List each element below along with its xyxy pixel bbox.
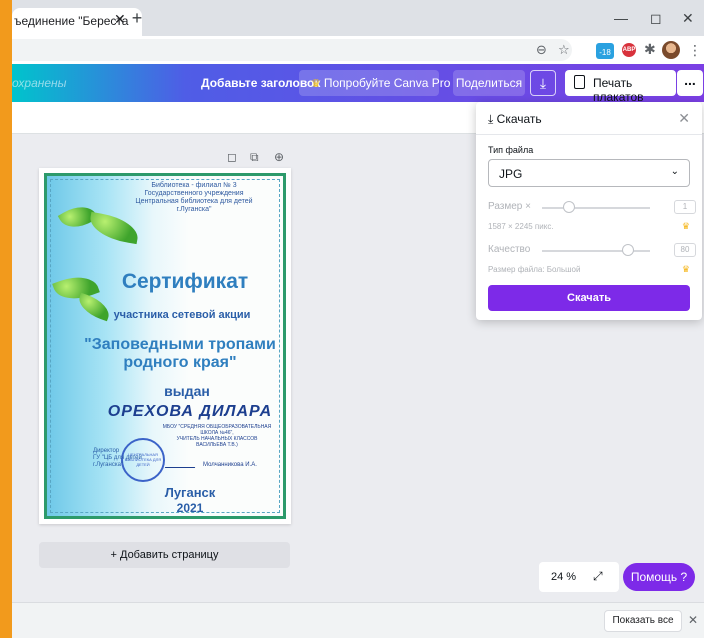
extensions-puzzle-icon[interactable]: ✱ bbox=[644, 41, 656, 58]
certificate-signer: Молчанникова И.А. bbox=[203, 462, 257, 468]
extension-badge-icon[interactable]: -18 bbox=[596, 43, 614, 59]
poster-icon bbox=[574, 75, 585, 89]
more-options-button[interactable]: ... bbox=[677, 70, 703, 96]
download-button[interactable]: Скачать bbox=[488, 285, 690, 311]
crown-icon: ♛ bbox=[311, 78, 321, 90]
show-all-button[interactable]: Показать все bbox=[604, 610, 682, 632]
crown-icon: ♛ bbox=[681, 264, 690, 274]
design-page[interactable]: Библиотека - филиал № 3 Государственного… bbox=[39, 168, 291, 524]
certificate-image: Библиотека - филиал № 3 Государственного… bbox=[44, 173, 286, 519]
zoom-control[interactable]: 24 % ⤢ bbox=[539, 562, 619, 592]
save-status: охранены bbox=[12, 76, 67, 90]
zoom-icon[interactable]: ⊖ bbox=[536, 42, 547, 58]
browser-window: ъединение "Береста ✕ + — ◻ ✕ ⊖ ☆ -18 ABP… bbox=[12, 0, 704, 638]
browser-menu-icon[interactable]: ⋮ bbox=[688, 42, 702, 59]
tab-title: ъединение "Береста bbox=[14, 14, 129, 28]
chevron-down-icon: ⌄ bbox=[670, 166, 679, 177]
tab-strip: ъединение "Береста ✕ + — ◻ ✕ bbox=[12, 0, 704, 36]
address-bar[interactable] bbox=[12, 39, 572, 61]
size-slider-handle[interactable] bbox=[563, 201, 575, 213]
file-type-select[interactable]: JPG ⌄ bbox=[488, 159, 690, 187]
help-button[interactable]: Помощь ? bbox=[623, 563, 695, 591]
duplicate-page-icon[interactable]: ⧉ bbox=[250, 150, 259, 165]
zoom-level: 24 % bbox=[551, 571, 577, 583]
certificate-subtitle: участника сетевой акции bbox=[113, 309, 251, 321]
canva-header: охранены Добавьте заголовок ♛ Попробуйте … bbox=[12, 64, 704, 104]
certificate-year: 2021 bbox=[176, 501, 204, 515]
try-pro-label: Попробуйте Canva Pro bbox=[323, 76, 451, 90]
quality-label: Качество bbox=[488, 244, 531, 255]
crown-icon: ♛ bbox=[681, 221, 690, 231]
print-posters-label: Печать плакатов bbox=[593, 76, 644, 104]
adblock-icon[interactable]: ABP bbox=[622, 43, 636, 57]
add-page-button[interactable]: + Добавить страницу bbox=[39, 542, 290, 568]
star-icon[interactable]: ☆ bbox=[558, 42, 570, 58]
profile-avatar[interactable] bbox=[662, 41, 680, 59]
certificate-city: Луганск bbox=[164, 485, 216, 500]
file-size-text: Размер файла: Большой bbox=[488, 265, 581, 274]
size-slider[interactable] bbox=[542, 207, 650, 209]
quality-slider-handle[interactable] bbox=[622, 244, 635, 256]
size-label: Размер × bbox=[488, 201, 531, 212]
share-button[interactable]: Поделиться bbox=[453, 70, 525, 96]
file-type-label: Тип файла bbox=[488, 145, 534, 155]
download-icon[interactable]: ⤓ bbox=[530, 70, 556, 96]
tab-close-icon[interactable]: ✕ bbox=[114, 11, 126, 28]
size-value[interactable]: 1 bbox=[674, 200, 696, 214]
address-bar-row: ⊖ ☆ -18 ABP ✱ ⋮ bbox=[12, 36, 704, 64]
downloads-bar: Показать все ✕ bbox=[12, 602, 704, 638]
print-posters-button[interactable]: Печать плакатов bbox=[565, 70, 676, 104]
download-icon: ⤓ bbox=[488, 112, 494, 126]
download-panel-title: ⤓ Скачать bbox=[488, 112, 542, 126]
close-icon[interactable]: ✕ bbox=[688, 613, 698, 627]
note-icon[interactable]: ◻ bbox=[227, 150, 237, 164]
certificate-recipient: ОРЕХОВА ДИЛАРА bbox=[107, 403, 273, 420]
certificate-title: Сертификат bbox=[121, 270, 249, 293]
quality-value[interactable]: 80 bbox=[674, 243, 696, 257]
certificate-organization: Библиотека - филиал № 3 Государственного… bbox=[135, 182, 253, 213]
certificate-event: "Заповедными тропами родного края" bbox=[84, 336, 276, 371]
certificate-issued: выдан bbox=[164, 383, 210, 399]
close-icon[interactable]: ✕ bbox=[678, 110, 690, 127]
minimize-button[interactable]: — bbox=[614, 10, 628, 26]
add-page-icon[interactable]: ⊕ bbox=[274, 150, 284, 164]
try-pro-button[interactable]: ♛ Попробуйте Canva Pro bbox=[299, 70, 450, 96]
signature bbox=[164, 456, 200, 468]
fullscreen-icon[interactable]: ⤢ bbox=[593, 569, 603, 584]
download-panel: ⤓ Скачать ✕ Тип файла JPG ⌄ Размер × 1 1… bbox=[476, 102, 702, 320]
close-window-button[interactable]: ✕ bbox=[682, 10, 694, 27]
certificate-director: Директор ГУ "ЦБ для детей г.Луганска" bbox=[93, 448, 142, 468]
dimensions-text: 1587 × 2245 пикс. bbox=[488, 222, 554, 231]
certificate-school: МБОУ "СРЕДНЯЯ ОБЩЕОБРАЗОВАТЕЛЬНАЯ ШКОЛА … bbox=[162, 424, 272, 448]
new-tab-button[interactable]: + bbox=[126, 8, 148, 30]
maximize-button[interactable]: ◻ bbox=[650, 10, 662, 27]
